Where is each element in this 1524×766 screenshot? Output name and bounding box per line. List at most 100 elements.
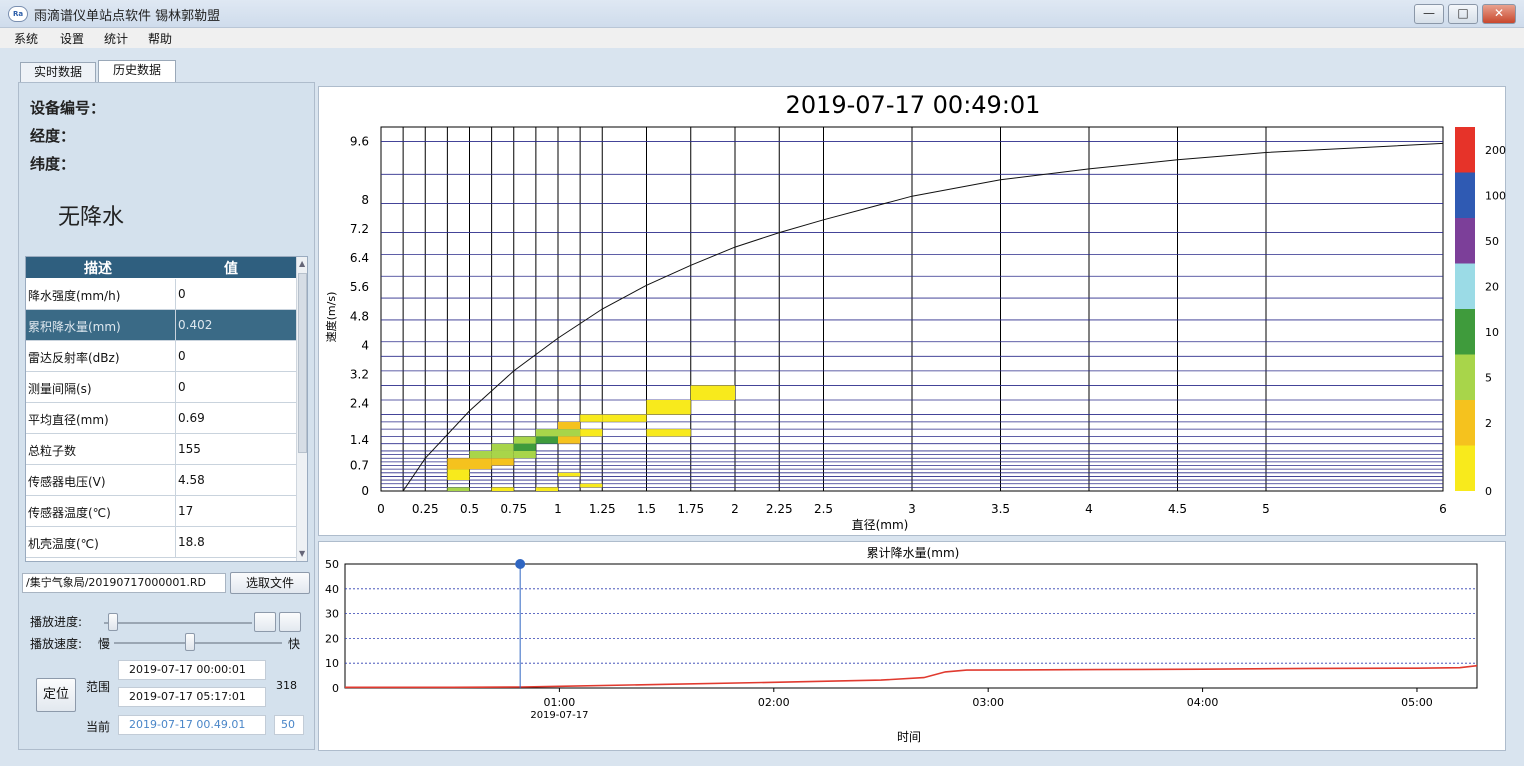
menu-statistics[interactable]: 统计 bbox=[104, 30, 128, 47]
row-description: 平均直径(mm) bbox=[28, 413, 109, 427]
header-description[interactable]: 描述 bbox=[84, 258, 112, 278]
row-value: 0.69 bbox=[178, 411, 205, 425]
play-button[interactable] bbox=[254, 612, 276, 632]
playback-progress-label: 播放进度: bbox=[30, 615, 83, 629]
heatmap-cell bbox=[535, 436, 558, 444]
colorbar-label: 5 bbox=[1485, 371, 1492, 384]
range-start-field[interactable]: 2019-07-17 00:00:01 bbox=[118, 660, 266, 680]
table-row[interactable]: 传感器电压(V) 4.58 bbox=[26, 465, 296, 496]
table-row[interactable]: 总粒子数 155 bbox=[26, 434, 296, 465]
menu-help[interactable]: 帮助 bbox=[148, 30, 172, 47]
select-file-button[interactable]: 选取文件 bbox=[230, 572, 310, 594]
maximize-button[interactable]: □ bbox=[1448, 4, 1478, 24]
y-tick-label: 2.4 bbox=[350, 397, 369, 411]
colorbar-swatch bbox=[1455, 172, 1475, 218]
heatmap-cell bbox=[513, 443, 536, 451]
x-tick-label: 1.25 bbox=[589, 502, 616, 516]
row-separator bbox=[175, 465, 176, 496]
accum-x-tick-label: 04:00 bbox=[1187, 696, 1219, 709]
title-bar: Ra 雨滴谱仪单站点软件 锡林郭勒盟 — □ ✕ bbox=[0, 0, 1524, 28]
scroll-thumb[interactable] bbox=[298, 273, 307, 453]
heatmap-cell bbox=[558, 472, 581, 477]
heatmap-cell bbox=[646, 429, 691, 437]
heatmap-cell bbox=[558, 429, 581, 437]
minimize-button[interactable]: — bbox=[1414, 4, 1444, 24]
x-tick-label: 1 bbox=[554, 502, 562, 516]
row-value: 17 bbox=[178, 504, 194, 518]
data-grid[interactable]: 描述 值 降水强度(mm/h) 0 累积降水量(mm) 0.402 雷达反射率(dBz)… bbox=[25, 256, 308, 562]
x-tick-label: 4.5 bbox=[1168, 502, 1187, 516]
colorbar-swatch bbox=[1455, 218, 1475, 264]
table-row[interactable]: 平均直径(mm) 0.69 bbox=[26, 403, 296, 434]
row-description: 传感器温度(℃) bbox=[28, 506, 111, 520]
table-row[interactable]: 累积降水量(mm) 0.402 bbox=[26, 310, 296, 341]
latitude-label: 纬度： bbox=[30, 155, 76, 173]
accum-y-tick-label: 40 bbox=[325, 583, 339, 596]
speed-slider-track[interactable] bbox=[114, 642, 282, 644]
table-row[interactable]: 降水强度(mm/h) 0 bbox=[26, 279, 296, 310]
heatmap-cell bbox=[535, 429, 558, 437]
colorbar-label: 200 bbox=[1485, 144, 1506, 157]
table-row[interactable]: 机壳温度(℃) 18.8 bbox=[26, 527, 296, 558]
scroll-down-icon[interactable]: ▼ bbox=[299, 549, 305, 558]
y-tick-label: 9.6 bbox=[350, 135, 369, 149]
accum-x-tick-label: 03:00 bbox=[972, 696, 1004, 709]
current-time-marker-dot[interactable] bbox=[515, 559, 526, 569]
row-value: 0.402 bbox=[178, 318, 213, 332]
colorbar-label: 2 bbox=[1485, 417, 1492, 430]
accum-chart-title: 累计降水量(mm) bbox=[867, 546, 960, 560]
row-description: 雷达反射率(dBz) bbox=[28, 351, 120, 365]
playback-speed-label: 播放速度: bbox=[30, 637, 83, 651]
menu-settings[interactable]: 设置 bbox=[60, 30, 84, 47]
colorbar-swatch bbox=[1455, 127, 1475, 173]
tab-realtime[interactable]: 实时数据 bbox=[20, 62, 96, 82]
menu-system[interactable]: 系统 bbox=[14, 30, 38, 47]
row-description: 降水强度(mm/h) bbox=[28, 289, 121, 303]
scroll-up-icon[interactable]: ▲ bbox=[299, 259, 305, 268]
heatmap-cell bbox=[580, 414, 603, 422]
y-tick-label: 3.2 bbox=[350, 368, 369, 382]
heatmap-cell bbox=[491, 443, 514, 451]
current-time-field[interactable]: 2019-07-17 00.49.01 bbox=[118, 715, 266, 735]
accum-chart: 累计降水量(mm) 01:002019-07-17 02:00 03:00 04:00… bbox=[325, 546, 1478, 744]
app-logo-icon: Ra bbox=[8, 6, 28, 22]
colorbar-swatch bbox=[1455, 263, 1475, 309]
colorbar-label: 0 bbox=[1485, 485, 1492, 498]
progress-slider-track[interactable] bbox=[104, 622, 252, 624]
heatmap-cell bbox=[447, 469, 470, 481]
heatmap-cell bbox=[558, 421, 581, 430]
row-separator bbox=[175, 279, 176, 310]
range-end-field[interactable]: 2019-07-17 05:17:01 bbox=[118, 687, 266, 707]
heatmap-cell bbox=[602, 414, 647, 422]
row-value: 0 bbox=[178, 380, 186, 394]
x-axis-label: 直径(mm) bbox=[852, 518, 909, 532]
table-row[interactable]: 传感器温度(℃) 17 bbox=[26, 496, 296, 527]
table-row[interactable]: 测量间隔(s) 0 bbox=[26, 372, 296, 403]
header-value[interactable]: 值 bbox=[224, 258, 238, 278]
row-description: 累积降水量(mm) bbox=[28, 320, 121, 334]
row-value: 0 bbox=[178, 287, 186, 301]
current-index-field[interactable]: 50 bbox=[274, 715, 304, 735]
accum-plot-frame bbox=[344, 563, 1478, 689]
x-tick-label: 6 bbox=[1439, 502, 1447, 516]
heatmap-cell bbox=[491, 487, 514, 491]
x-tick-label: 2 bbox=[731, 502, 739, 516]
row-separator bbox=[175, 403, 176, 434]
progress-slider-thumb[interactable] bbox=[107, 613, 118, 631]
stop-button[interactable] bbox=[279, 612, 301, 632]
grid-scrollbar[interactable]: ▲ ▼ bbox=[296, 257, 307, 561]
row-description: 总粒子数 bbox=[28, 444, 77, 458]
speed-slider-thumb[interactable] bbox=[184, 633, 195, 651]
colorbar-swatch bbox=[1455, 445, 1475, 491]
file-path-field[interactable]: /集宁气象局/20190717000001.RD bbox=[22, 573, 226, 593]
accum-x-tick-label: 05:00 bbox=[1401, 696, 1433, 709]
heatmap-cell bbox=[513, 450, 536, 459]
tab-history[interactable]: 历史数据 bbox=[98, 60, 176, 83]
locate-button[interactable]: 定位 bbox=[36, 678, 76, 712]
table-row[interactable]: 雷达反射率(dBz) 0 bbox=[26, 341, 296, 372]
heatmap-cell bbox=[646, 400, 691, 415]
accum-y-tick-label: 50 bbox=[325, 558, 339, 571]
close-button[interactable]: ✕ bbox=[1482, 4, 1516, 24]
y-axis-label: 速度(m/s) bbox=[324, 292, 338, 343]
grid-header: 描述 值 bbox=[26, 257, 296, 278]
